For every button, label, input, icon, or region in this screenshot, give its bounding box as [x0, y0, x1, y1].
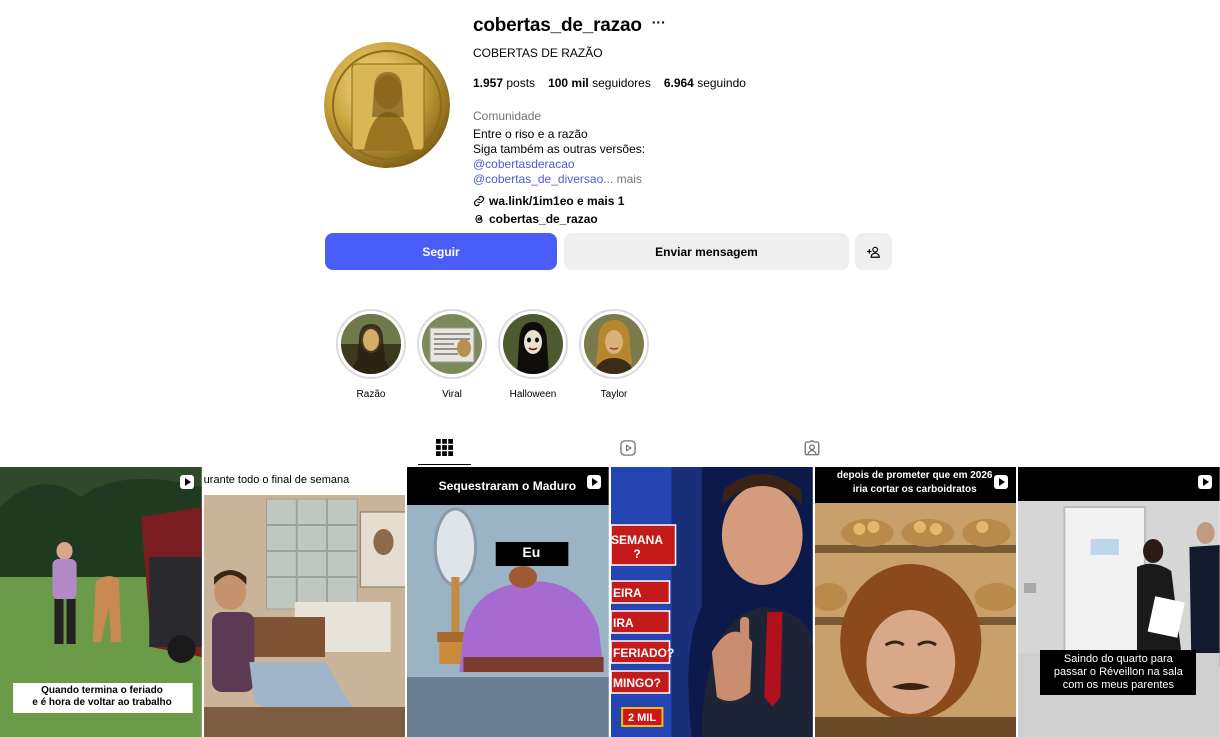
highlight-label: Razão — [356, 389, 386, 400]
bio-mention-link[interactable]: @cobertasderacao — [473, 157, 893, 172]
post-thumbnail[interactable]: urante todo o final de semana — [203, 467, 406, 737]
post-caption: Quando termina o feriado e é hora de vol… — [32, 685, 172, 708]
hallway-security-image — [1018, 467, 1220, 737]
profile-username: cobertas_de_razao — [473, 15, 642, 36]
halloween-mona-lisa-thumbnail — [503, 314, 563, 374]
highlight-label: Viral — [442, 389, 462, 400]
highlight-label: Halloween — [509, 389, 557, 400]
profile-stats: 1.957 posts 100 mil seguidores 6.964 seg… — [473, 76, 893, 90]
quiz-option: IRA — [613, 616, 634, 630]
threads-handle: cobertas_de_razao — [489, 212, 598, 226]
threads-link[interactable]: cobertas_de_razao — [473, 212, 893, 226]
post-caption: urante todo o final de semana — [203, 474, 350, 486]
reel-indicator-icon — [1198, 475, 1213, 489]
grid-icon — [436, 438, 453, 456]
post-thumbnail[interactable]: Saindo do quarto para passar o Réveillon… — [1018, 467, 1220, 737]
newspaper-mona-lisa-thumbnail — [422, 314, 482, 374]
external-link-text: wa.link/1im1eo e mais 1 — [489, 194, 625, 208]
tagged-person-icon — [804, 439, 819, 455]
profile-info: cobertas_de_razao ··· COBERTAS DE RAZÃO … — [473, 14, 893, 226]
post-thumbnail[interactable]: depois de prometer que em 2026 iria cort… — [814, 467, 1017, 737]
bio-line: Entre o riso e a razão — [473, 127, 588, 141]
post-caption: Sequestraram o Maduro — [438, 479, 577, 493]
profile-full-name: COBERTAS DE RAZÃO — [473, 46, 603, 60]
tab-tagged[interactable] — [785, 430, 838, 465]
post-label: Eu — [522, 544, 541, 560]
send-message-button[interactable]: Enviar mensagem — [564, 233, 849, 270]
mona-lisa-thumbnail — [341, 314, 401, 374]
quiz-option: FERIADO? — [613, 646, 675, 660]
followers-stat[interactable]: 100 mil seguidores — [548, 76, 651, 90]
bakery-man-image — [814, 467, 1017, 737]
post-thumbnail[interactable]: Quando termina o feriado e é hora de vol… — [0, 467, 202, 737]
reel-indicator-icon — [179, 475, 194, 489]
suggested-users-button[interactable] — [855, 233, 892, 270]
highlight-razao[interactable]: Razão — [336, 309, 406, 400]
tv-host-pointing-image — [611, 467, 813, 737]
profile-tabs — [418, 430, 838, 465]
profile-category: Comunidade — [473, 109, 542, 123]
prize-label: 2 MIL — [627, 712, 657, 724]
post-caption: depois de prometer que em 2026 iria cort… — [836, 470, 993, 495]
link-icon — [473, 195, 485, 207]
taylor-mona-lisa-thumbnail — [584, 314, 644, 374]
posts-stat: 1.957 posts — [473, 76, 536, 90]
tab-posts[interactable] — [418, 430, 471, 465]
profile-bio: Entre o riso e a razão Siga também as ou… — [473, 127, 893, 187]
post-thumbnail[interactable]: Sequestraram o Maduro Eu — [407, 467, 610, 737]
following-stat[interactable]: 6.964 seguindo — [664, 76, 746, 90]
add-person-icon — [866, 246, 880, 258]
story-highlights: Razão Viral Halloween Taylor — [336, 309, 649, 400]
boy-with-computer-image — [203, 467, 406, 737]
post-thumbnail[interactable]: SEMANA? EIRA IRA FERIADO? MINGO? 2 MIL — [611, 467, 813, 737]
highlight-taylor[interactable]: Taylor — [579, 309, 649, 400]
bio-mention-link[interactable]: @cobertas_de_diversao... — [473, 172, 613, 186]
external-link[interactable]: wa.link/1im1eo e mais 1 — [473, 194, 893, 208]
follow-button[interactable]: Seguir — [325, 233, 557, 270]
threads-icon — [475, 214, 483, 224]
cartoon-sleeping-image — [407, 467, 610, 737]
quiz-option: SEMANA? — [611, 533, 664, 561]
highlight-label: Taylor — [600, 389, 628, 400]
bio-more-button[interactable]: mais — [617, 172, 642, 186]
reels-icon — [620, 439, 636, 456]
posts-grid: Quando termina o feriado e é hora de vol… — [0, 467, 1220, 737]
quiz-option: MINGO? — [613, 676, 662, 690]
highlight-halloween[interactable]: Halloween — [498, 309, 568, 400]
bio-line: Siga também as outras versões: — [473, 142, 646, 156]
gold-coin-avatar-image — [324, 42, 450, 168]
quiz-option: EIRA — [613, 586, 642, 600]
more-options-button[interactable]: ··· — [652, 14, 666, 30]
profile-avatar[interactable] — [324, 42, 450, 168]
post-caption: Saindo do quarto para passar o Réveillon… — [1040, 650, 1197, 695]
highlight-viral[interactable]: Viral — [417, 309, 487, 400]
tab-reels[interactable] — [602, 430, 655, 465]
